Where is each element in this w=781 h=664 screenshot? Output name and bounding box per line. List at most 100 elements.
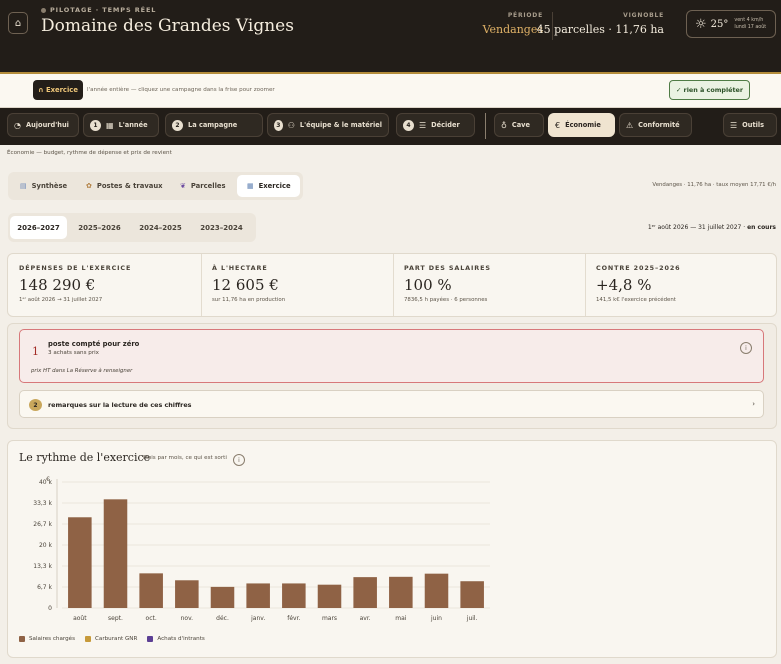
- nav-campaign-label: La campagne: [188, 121, 238, 129]
- remark-text: remarques sur la lecture de ces chiffres: [48, 401, 192, 409]
- legend-item[interactable]: Salaires chargés: [19, 636, 75, 642]
- nav-tools-label: Outils: [742, 121, 765, 129]
- vineyard-stat: VIGNOBLE 45 parcelles · 11,76 ha: [537, 12, 664, 36]
- step-badge: 4: [403, 119, 414, 131]
- bar-avr.[interactable]: [353, 577, 377, 608]
- bar-août[interactable]: [68, 517, 92, 608]
- people-icon: ⚇: [287, 120, 295, 130]
- kpi-strip: DÉPENSES DE L'EXERCICE 148 290 € 1ᵉʳ aoû…: [7, 253, 777, 317]
- tab-postes[interactable]: ✿ Postes & travaux: [80, 175, 168, 197]
- sliders-icon: ☰: [730, 120, 738, 130]
- scope-bar: ∩ Exercice l'année entière — cliquez une…: [0, 74, 781, 108]
- period-range-text: 1ᵉʳ août 2026 — 31 juillet 2027 ·: [647, 224, 748, 231]
- bar-oct.[interactable]: [139, 573, 163, 608]
- alert-subtitle: 3 achats sans prix: [48, 350, 99, 356]
- exercise-chip[interactable]: ∩ Exercice: [33, 80, 83, 100]
- kpi-label: PART DES SALAIRES: [404, 264, 491, 272]
- x-tick-label: déc.: [216, 615, 229, 622]
- bar-févr.[interactable]: [282, 583, 306, 608]
- bar-déc.[interactable]: [210, 586, 235, 608]
- home-icon: ⌂: [14, 17, 22, 29]
- header-kicker: PILOTAGE · TEMPS RÉEL: [41, 6, 156, 14]
- nav-decide[interactable]: 4 ☰ Décider: [396, 113, 475, 137]
- kpi-value: +4,8 %: [596, 276, 652, 294]
- legend-item[interactable]: Carburant GNR: [84, 636, 137, 642]
- kpi-value: 12 605 €: [212, 276, 279, 294]
- nav-economy-label: Économie: [565, 121, 601, 129]
- vineyard-value: 45 parcelles · 11,76 ha: [536, 23, 664, 36]
- year-option[interactable]: 2024–2025: [132, 216, 189, 239]
- nav-year-label: L'année: [118, 121, 148, 129]
- year-selector: 2026–2027 2025–2026 2024–2025 2023–2024: [8, 213, 256, 242]
- x-tick-label: janv.: [250, 615, 265, 622]
- weather-widget[interactable]: ☼ 25° vent 4 km/h lundi 17 août: [686, 10, 776, 38]
- step-badge: 3: [274, 119, 283, 131]
- year-option[interactable]: 2023–2024: [193, 216, 250, 239]
- bar-nov.[interactable]: [175, 580, 199, 608]
- tab-label: Parcelles: [190, 182, 226, 190]
- bar-mai[interactable]: [389, 576, 413, 608]
- kpi-note: sur 11,76 ha en production: [212, 297, 286, 303]
- kicker-text: PILOTAGE · TEMPS RÉEL: [50, 6, 157, 14]
- x-tick-label: juil.: [466, 615, 478, 622]
- economy-subtabs: ▤ Synthèse ✿ Postes & travaux ❦ Parcelles ▦…: [8, 172, 303, 200]
- nav-today-label: Aujourd'hui: [25, 121, 69, 129]
- nav-economy[interactable]: € Économie: [548, 113, 615, 137]
- tab-parcelles[interactable]: ❦ Parcelles: [174, 175, 234, 197]
- tab-exercice[interactable]: ▦ Exercice: [237, 175, 300, 197]
- legend-label: Salaires chargés: [29, 636, 75, 642]
- info-icon[interactable]: i: [740, 342, 752, 354]
- nav-cellar[interactable]: ♁ Cave: [494, 113, 544, 137]
- year-option[interactable]: 2025–2026: [71, 216, 128, 239]
- remarks-disclosure[interactable]: 2 remarques sur la lecture de ces chiffr…: [19, 390, 764, 418]
- nav-year[interactable]: 1 ▦ L'année: [83, 113, 159, 137]
- x-tick-label: mai: [395, 615, 407, 622]
- weather-details: vent 4 km/h lundi 17 août: [734, 17, 766, 31]
- kpi-note: 7836,5 h payées · 6 personnes: [404, 297, 488, 303]
- tab-label: Synthèse: [31, 182, 68, 190]
- chart-icon: ▤: [20, 182, 27, 190]
- bar-janv.[interactable]: [246, 583, 270, 608]
- vineyard-label: VIGNOBLE: [623, 12, 664, 19]
- tab-synthese[interactable]: ▤ Synthèse: [14, 175, 74, 197]
- x-tick-label: oct.: [146, 615, 157, 622]
- complete-button[interactable]: ✓ rien à compléter: [669, 80, 750, 100]
- y-tick-label: 0: [48, 605, 52, 612]
- bar-juil.[interactable]: [460, 581, 484, 608]
- kpi-value: 148 290 €: [19, 276, 96, 294]
- step-badge: 1: [90, 119, 101, 131]
- main-nav: ◔ Aujourd'hui 1 ▦ L'année 2 La campagne 3 ⚇ L'…: [0, 108, 781, 145]
- chevron-right-icon: ›: [752, 400, 755, 408]
- bar-mars[interactable]: [317, 584, 342, 608]
- nav-compliance-label: Conformité: [638, 121, 680, 129]
- scope-hint: l'année entière — cliquez une campagne d…: [87, 87, 275, 93]
- tab-label: Postes & travaux: [96, 182, 163, 190]
- alert-note: prix HT dans La Réserve à renseigner: [31, 368, 133, 374]
- grape-icon: ❦: [180, 182, 186, 190]
- period-label: PÉRIODE: [507, 12, 543, 19]
- legend-swatch: [19, 636, 25, 642]
- chart-legend: Salaires chargés Carburant GNR Achats d'…: [19, 636, 205, 642]
- legend-item[interactable]: Achats d'intrants: [147, 636, 205, 642]
- nav-tools[interactable]: ☰ Outils: [723, 113, 777, 137]
- nav-compliance[interactable]: ⚠ Conformité: [619, 113, 692, 137]
- nav-campaign[interactable]: 2 La campagne: [165, 113, 263, 137]
- y-tick-label: 20 k: [39, 542, 53, 549]
- y-tick-label: 26,7 k: [33, 521, 52, 528]
- period-status: en cours: [747, 224, 776, 231]
- monthly-chart-card: Le rythme de l'exercice Mois par mois, c…: [7, 440, 777, 658]
- calendar-icon: ▦: [247, 182, 254, 190]
- bar-sept.[interactable]: [103, 499, 128, 608]
- kpi-per-hectare: À L'HECTARE 12 605 € sur 11,76 ha en pro…: [201, 254, 393, 316]
- tools-icon: ✿: [86, 182, 92, 190]
- nav-cellar-label: Cave: [511, 121, 530, 129]
- nav-team[interactable]: 3 ⚇ L'équipe & le matériel: [267, 113, 389, 137]
- zero-cost-alert[interactable]: 1 poste compté pour zéro 3 achats sans p…: [19, 329, 764, 383]
- nav-today[interactable]: ◔ Aujourd'hui: [7, 113, 79, 137]
- bar-juin[interactable]: [424, 573, 449, 608]
- step-badge: 2: [172, 119, 183, 131]
- home-button[interactable]: ⌂: [8, 12, 28, 34]
- year-option[interactable]: 2026–2027: [10, 216, 67, 239]
- kpi-label: DÉPENSES DE L'EXERCICE: [19, 264, 132, 272]
- alerts-panel: 1 poste compté pour zéro 3 achats sans p…: [7, 323, 777, 429]
